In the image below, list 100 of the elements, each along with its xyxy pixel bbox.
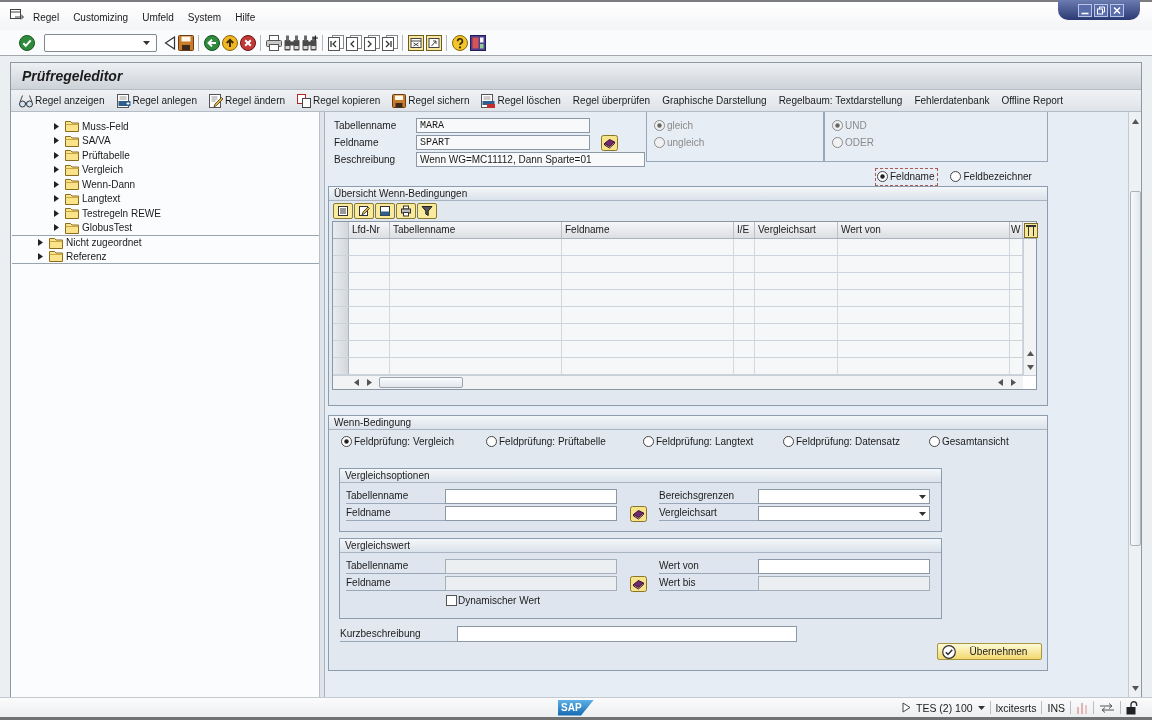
layout-icon[interactable] [470, 34, 486, 51]
input-field[interactable] [445, 489, 617, 504]
expand-arrow-icon[interactable] [54, 224, 59, 232]
checkbox-icon[interactable] [446, 595, 457, 606]
radio-icon[interactable] [783, 435, 794, 447]
window-menu-icon[interactable] [10, 9, 24, 20]
check-icon[interactable] [19, 34, 35, 51]
checkbox[interactable]: Dynamischer Wert [446, 595, 541, 606]
radio-button[interactable]: Gesamtansicht [929, 434, 1011, 448]
lock-icon[interactable] [1126, 700, 1138, 715]
scroll-left-icon[interactable] [353, 379, 360, 386]
scroll-up-icon[interactable] [1026, 350, 1034, 357]
radio-icon[interactable] [341, 435, 352, 447]
expand-arrow-icon[interactable] [38, 239, 43, 247]
text-field[interactable]: MARA [416, 118, 590, 133]
command-field[interactable] [44, 33, 157, 52]
radio-button[interactable]: Feldprüfung: Prüftabelle [486, 434, 608, 448]
back-icon[interactable] [204, 34, 220, 51]
save-icon[interactable] [178, 34, 194, 51]
column-header[interactable]: Wert von [838, 222, 1010, 238]
scroll-thumb[interactable] [1129, 191, 1141, 546]
expand-arrow-icon[interactable] [54, 209, 59, 217]
menu-item[interactable]: Hilfe [235, 11, 256, 25]
columns-icon[interactable] [1024, 222, 1038, 238]
toolbar-button[interactable]: Fehlerdatenbank [914, 91, 990, 110]
minimize-icon[interactable] [1078, 3, 1092, 17]
book-icon[interactable] [601, 134, 618, 151]
restore-icon[interactable] [1094, 3, 1108, 17]
tree-item[interactable]: Referenz [66, 250, 107, 262]
column-header[interactable]: Lfd-Nr [349, 222, 390, 238]
toolbar-button[interactable]: Offline Report [1001, 91, 1063, 110]
apply-button[interactable]: Übernehmen [937, 643, 1042, 660]
pages-icon[interactable] [364, 34, 380, 51]
pencil-icon[interactable] [354, 203, 374, 219]
scroll-up-icon[interactable] [1131, 118, 1139, 125]
scroll-left-icon[interactable] [997, 379, 1004, 386]
scrollbar[interactable] [1023, 239, 1036, 375]
print-icon[interactable] [266, 34, 282, 51]
column-header[interactable]: Tabellenname [390, 222, 562, 238]
scroll-right-icon[interactable] [1010, 379, 1017, 386]
menu-item[interactable]: Customizing [73, 11, 129, 25]
table-row-icon[interactable] [375, 203, 395, 219]
column-header[interactable]: Feldname [562, 222, 734, 238]
tree-item[interactable]: Wenn-Dann [82, 178, 136, 190]
pages-icon[interactable] [346, 34, 362, 51]
scrollbar[interactable] [1128, 112, 1141, 697]
radio-button[interactable]: Feldprüfung: Datensatz [783, 434, 902, 448]
toolbar-button[interactable]: Regel kopieren [297, 91, 381, 110]
scroll-right-icon[interactable] [366, 379, 373, 386]
caret-icon[interactable] [143, 40, 150, 45]
radio-icon[interactable] [950, 171, 962, 182]
radio-button[interactable]: Feldprüfung: Langtext [643, 434, 756, 448]
arrows-icon[interactable] [1099, 702, 1115, 713]
tree-item[interactable]: Langtext [82, 193, 121, 205]
window-icon[interactable] [408, 34, 424, 51]
scroll-thumb[interactable] [379, 377, 463, 388]
radio-icon[interactable] [486, 435, 497, 447]
column-header[interactable]: Vergleichsart [755, 222, 838, 238]
filter-icon[interactable] [417, 203, 437, 219]
input-field[interactable] [457, 626, 797, 642]
help-icon[interactable] [452, 34, 468, 51]
book-icon[interactable] [630, 505, 647, 522]
radio-icon[interactable] [877, 171, 888, 182]
input-field[interactable] [445, 506, 617, 521]
radio-icon[interactable] [929, 435, 940, 447]
tree-item[interactable]: Nicht zugeordnet [66, 237, 142, 249]
print-icon[interactable] [396, 203, 416, 219]
up-arrow-icon[interactable] [222, 34, 238, 51]
expand-arrow-icon[interactable] [54, 166, 59, 174]
triangle-left-icon[interactable] [164, 35, 176, 50]
radio-button[interactable]: Feldprüfung: Vergleich [341, 434, 457, 448]
input-field[interactable] [758, 559, 930, 574]
toolbar-button[interactable]: Regel überprüfen [572, 91, 651, 110]
expand-arrow-icon[interactable] [54, 180, 59, 188]
column-header[interactable]: I/E [734, 222, 755, 238]
list-icon[interactable] [333, 203, 353, 219]
menu-item[interactable]: System [187, 11, 222, 25]
tree-item[interactable]: Prüftabelle [82, 149, 130, 161]
text-field[interactable]: SPART [416, 135, 590, 150]
expand-arrow-icon[interactable] [54, 137, 59, 145]
expand-arrow-icon[interactable] [54, 195, 59, 203]
scroll-down-icon[interactable] [1131, 685, 1139, 692]
expand-arrow-icon[interactable] [54, 122, 59, 130]
binoculars-icon[interactable] [284, 34, 300, 51]
binoculars-plus-icon[interactable] [302, 34, 318, 51]
radio-button[interactable]: Feldbezeichner [950, 169, 1034, 184]
play-icon[interactable] [902, 702, 912, 713]
pages-icon[interactable] [382, 34, 398, 51]
caret-icon[interactable] [919, 494, 926, 499]
dropdown-field[interactable] [758, 506, 930, 521]
toolbar-button[interactable]: Graphische Darstellung [662, 91, 767, 110]
toolbar-button[interactable]: Regel anlegen [116, 91, 197, 110]
radio-icon[interactable] [643, 435, 654, 447]
dropdown-field[interactable] [758, 489, 930, 504]
scrollbar[interactable] [333, 376, 1023, 389]
toolbar-button[interactable]: Regel sichern [392, 91, 470, 110]
text-field[interactable]: Wenn WG=MC11112, Dann Sparte=01 [416, 152, 645, 167]
toolbar-button[interactable]: Regel löschen [481, 91, 561, 110]
toolbar-button[interactable]: Regelbaum: Textdarstellung [778, 91, 903, 110]
expand-arrow-icon[interactable] [54, 151, 59, 159]
